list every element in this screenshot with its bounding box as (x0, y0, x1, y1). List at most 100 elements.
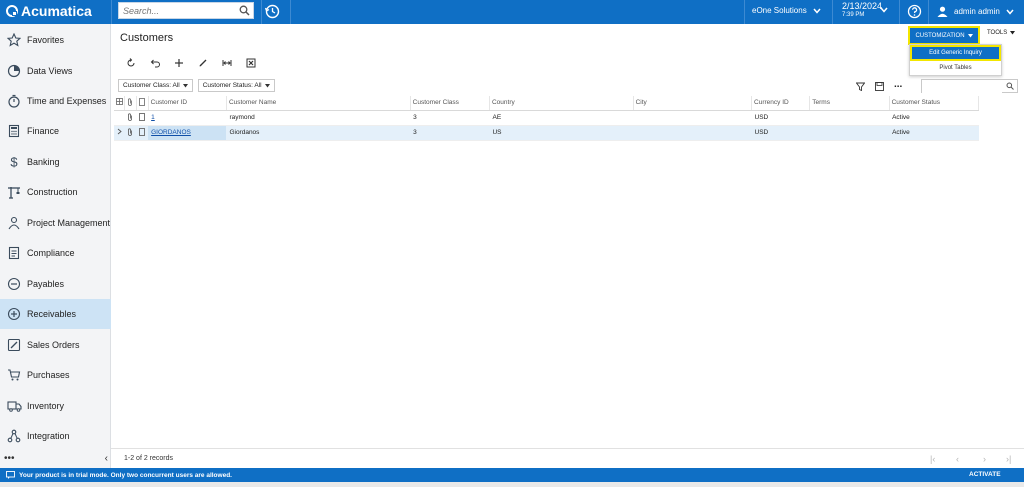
sidebar-item-label: Time and Expenses (27, 96, 107, 106)
sidebar-item-banking[interactable]: $ Banking (0, 147, 111, 177)
people-icon (3, 216, 25, 230)
chevron-down-icon[interactable] (880, 7, 888, 13)
last-page-icon[interactable]: ›| (1006, 454, 1011, 464)
divider (744, 0, 745, 24)
column-header-terms[interactable]: Terms (809, 96, 890, 111)
menu-item-pivot-tables[interactable]: Pivot Tables (912, 62, 999, 74)
save-icon[interactable] (875, 82, 884, 91)
edit-icon[interactable] (191, 58, 215, 68)
more-options-button[interactable]: ... (894, 79, 902, 90)
sidebar-item-label: Finance (27, 126, 60, 136)
export-excel-icon[interactable] (239, 58, 263, 68)
caret-down-icon (182, 83, 188, 87)
divider (261, 0, 262, 24)
filter-label: Customer Class: All (123, 82, 180, 89)
customer-class-filter[interactable]: Customer Class: All (118, 79, 193, 92)
sidebar-item-receivables[interactable]: Receivables (0, 299, 111, 329)
activate-button[interactable]: ACTIVATE (969, 471, 1001, 478)
search-box[interactable] (118, 2, 254, 19)
customer-id-cell[interactable]: GIORDANOS (148, 125, 227, 141)
sidebar-item-project-management[interactable]: Project Management (0, 208, 111, 238)
customization-button[interactable]: CUSTOMIZATION (908, 26, 980, 45)
sidebar-item-compliance[interactable]: Compliance (0, 238, 111, 268)
fit-width-icon[interactable] (215, 58, 239, 68)
attachment-icon[interactable] (124, 125, 137, 141)
search-icon[interactable] (239, 5, 250, 16)
sidebar-item-inventory[interactable]: Inventory (0, 391, 111, 421)
collapse-sidebar-button[interactable]: ‹ (105, 453, 108, 464)
caret-down-icon (967, 33, 973, 37)
history-icon[interactable] (264, 3, 281, 20)
sidebar-item-label: Payables (27, 279, 65, 289)
customer-class-cell: 3 (410, 125, 490, 141)
customer-id-cell[interactable]: 1 (148, 110, 227, 126)
help-icon[interactable] (907, 4, 922, 19)
grid-search[interactable] (921, 79, 1018, 98)
note-header-icon (136, 96, 149, 111)
app-logo[interactable]: Acumatica (6, 3, 92, 19)
grid-settings-icon[interactable] (114, 96, 125, 111)
checklist-icon (3, 246, 25, 260)
chevron-down-icon (813, 8, 821, 14)
filter-icon[interactable] (856, 82, 865, 91)
menu-item-edit-generic-inquiry[interactable]: Edit Generic Inquiry (910, 45, 1001, 61)
user-name: admin admin (954, 7, 1000, 16)
table-row[interactable]: GIORDANOS Giordanos 3 US USD Active (114, 125, 979, 141)
sidebar-item-finance[interactable]: Finance (0, 116, 111, 146)
message-icon (6, 471, 15, 479)
sidebar-item-data-views[interactable]: Data Views (0, 56, 111, 86)
company-selector[interactable]: eOne Solutions (752, 6, 821, 15)
table-row[interactable]: 1 raymond 3 AE USD Active (114, 110, 979, 126)
svg-text:$: $ (10, 155, 18, 169)
column-header-customer-status[interactable]: Customer Status (889, 96, 980, 111)
status-cell: Active (889, 110, 979, 126)
customer-class-cell: 3 (410, 110, 490, 126)
divider (290, 0, 291, 24)
sidebar-item-label: Construction (27, 187, 78, 197)
column-header-customer-id[interactable]: Customer ID (148, 96, 227, 111)
column-header-country[interactable]: Country (489, 96, 634, 111)
column-header-customer-name[interactable]: Customer Name (226, 96, 411, 111)
truck-icon (3, 399, 25, 413)
attachment-icon[interactable] (124, 110, 137, 126)
first-page-icon[interactable]: |‹ (930, 454, 935, 464)
city-cell (633, 125, 752, 141)
column-header-currency-id[interactable]: Currency ID (751, 96, 811, 111)
business-date[interactable]: 2/13/2024 7:39 PM (842, 2, 882, 20)
trial-message-text: Your product is in trial mode. Only two … (19, 471, 232, 479)
more-menu-button[interactable]: ••• (4, 453, 15, 464)
sidebar-item-sales-orders[interactable]: Sales Orders (0, 330, 111, 360)
note-icon[interactable] (136, 125, 149, 141)
refresh-icon[interactable] (119, 58, 143, 68)
next-page-icon[interactable]: › (983, 454, 986, 464)
customer-id-link[interactable]: GIORDANOS (151, 129, 191, 136)
status-cell: Active (889, 125, 979, 141)
sidebar-item-favorites[interactable]: Favorites (0, 25, 111, 55)
customer-status-filter[interactable]: Customer Status: All (197, 79, 275, 92)
undo-icon[interactable] (143, 58, 167, 68)
grid-header-row: Customer ID Customer Name Customer Class… (114, 96, 980, 111)
customization-label: CUSTOMIZATION (915, 32, 965, 39)
note-icon[interactable] (136, 110, 149, 126)
country-cell: AE (489, 110, 634, 126)
sidebar-item-label: Integration (27, 431, 70, 441)
column-header-customer-class[interactable]: Customer Class (410, 96, 490, 111)
sidebar-item-time-and-expenses[interactable]: Time and Expenses (0, 86, 111, 116)
row-expand-icon[interactable] (114, 125, 125, 141)
column-header-city[interactable]: City (633, 96, 753, 111)
top-bar: Acumatica eOne Solutions 2/13/2024 7:39 … (0, 0, 1024, 24)
sidebar-item-label: Favorites (27, 35, 65, 45)
user-menu[interactable]: admin admin (937, 6, 1014, 17)
sidebar-item-integration[interactable]: Integration (0, 421, 111, 451)
sidebar-item-purchases[interactable]: Purchases (0, 360, 111, 390)
search-input[interactable] (119, 3, 234, 18)
sidebar-item-construction[interactable]: Construction (0, 177, 111, 207)
prev-page-icon[interactable]: ‹ (956, 454, 959, 464)
customer-id-link[interactable]: 1 (151, 114, 155, 121)
add-icon[interactable] (167, 58, 191, 68)
sidebar-item-payables[interactable]: Payables (0, 269, 111, 299)
time-text: 7:39 PM (842, 12, 865, 18)
user-icon (937, 6, 948, 17)
tools-button[interactable]: TOOLS (987, 30, 1016, 36)
terms-cell (809, 125, 890, 141)
